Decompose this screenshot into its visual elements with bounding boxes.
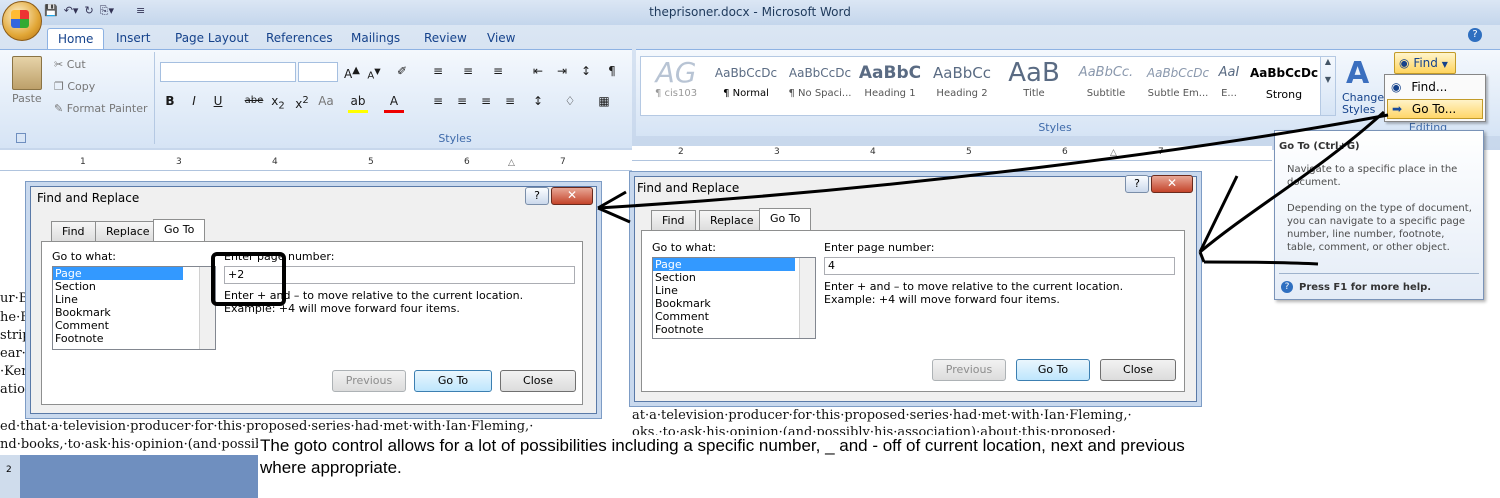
caption-text: The goto control allows for a lot of pos… — [258, 435, 1228, 498]
arrow-to-left-dialog — [597, 113, 1389, 210]
annotation-arrows — [597, 110, 1389, 266]
arrow-underline — [1203, 260, 1319, 266]
